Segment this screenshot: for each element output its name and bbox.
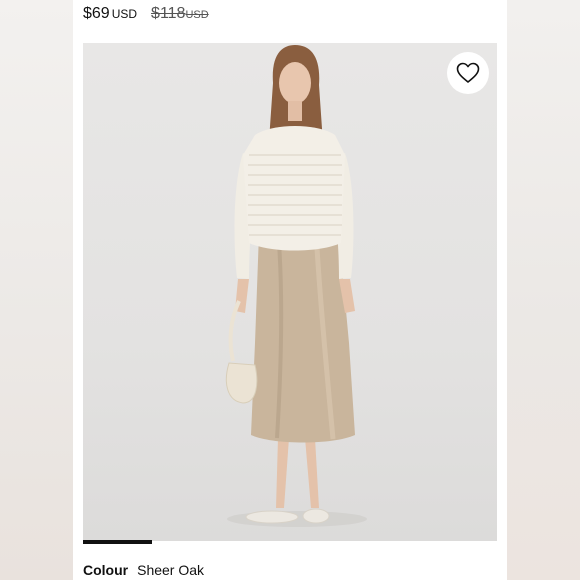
original-price-amount: $118: [151, 5, 186, 22]
colour-label: Colour: [83, 562, 129, 578]
left-backdrop: [0, 0, 73, 580]
current-price-amount: $69: [83, 5, 110, 22]
favorite-button[interactable]: [447, 52, 489, 94]
product-image[interactable]: [83, 43, 497, 541]
left-sandal: [245, 510, 299, 524]
original-price-currency: USD: [185, 9, 209, 21]
handbag: [225, 362, 258, 404]
price-row: $69 USD $118USD: [83, 5, 209, 23]
model-illustration: [225, 45, 367, 527]
right-sandal: [302, 508, 330, 524]
image-carousel-progress: [83, 540, 152, 544]
original-price: $118USD: [145, 5, 209, 23]
right-backdrop: [507, 0, 580, 580]
current-price: $69 USD: [83, 5, 137, 23]
face: [279, 62, 311, 104]
heart-outline-icon: [456, 62, 480, 83]
current-price-currency: USD: [111, 7, 138, 21]
colour-selector-summary: Colour Sheer Oak: [83, 562, 204, 578]
product-card: $69 USD $118USD Colour Sheer Oak: [73, 0, 507, 580]
neck: [288, 101, 302, 121]
screenshot-frame: $69 USD $118USD Colour Sheer Oak: [0, 0, 580, 580]
right-leg: [305, 438, 319, 508]
sweater: [243, 126, 345, 251]
colour-value: Sheer Oak: [137, 562, 205, 578]
left-leg: [276, 438, 289, 508]
